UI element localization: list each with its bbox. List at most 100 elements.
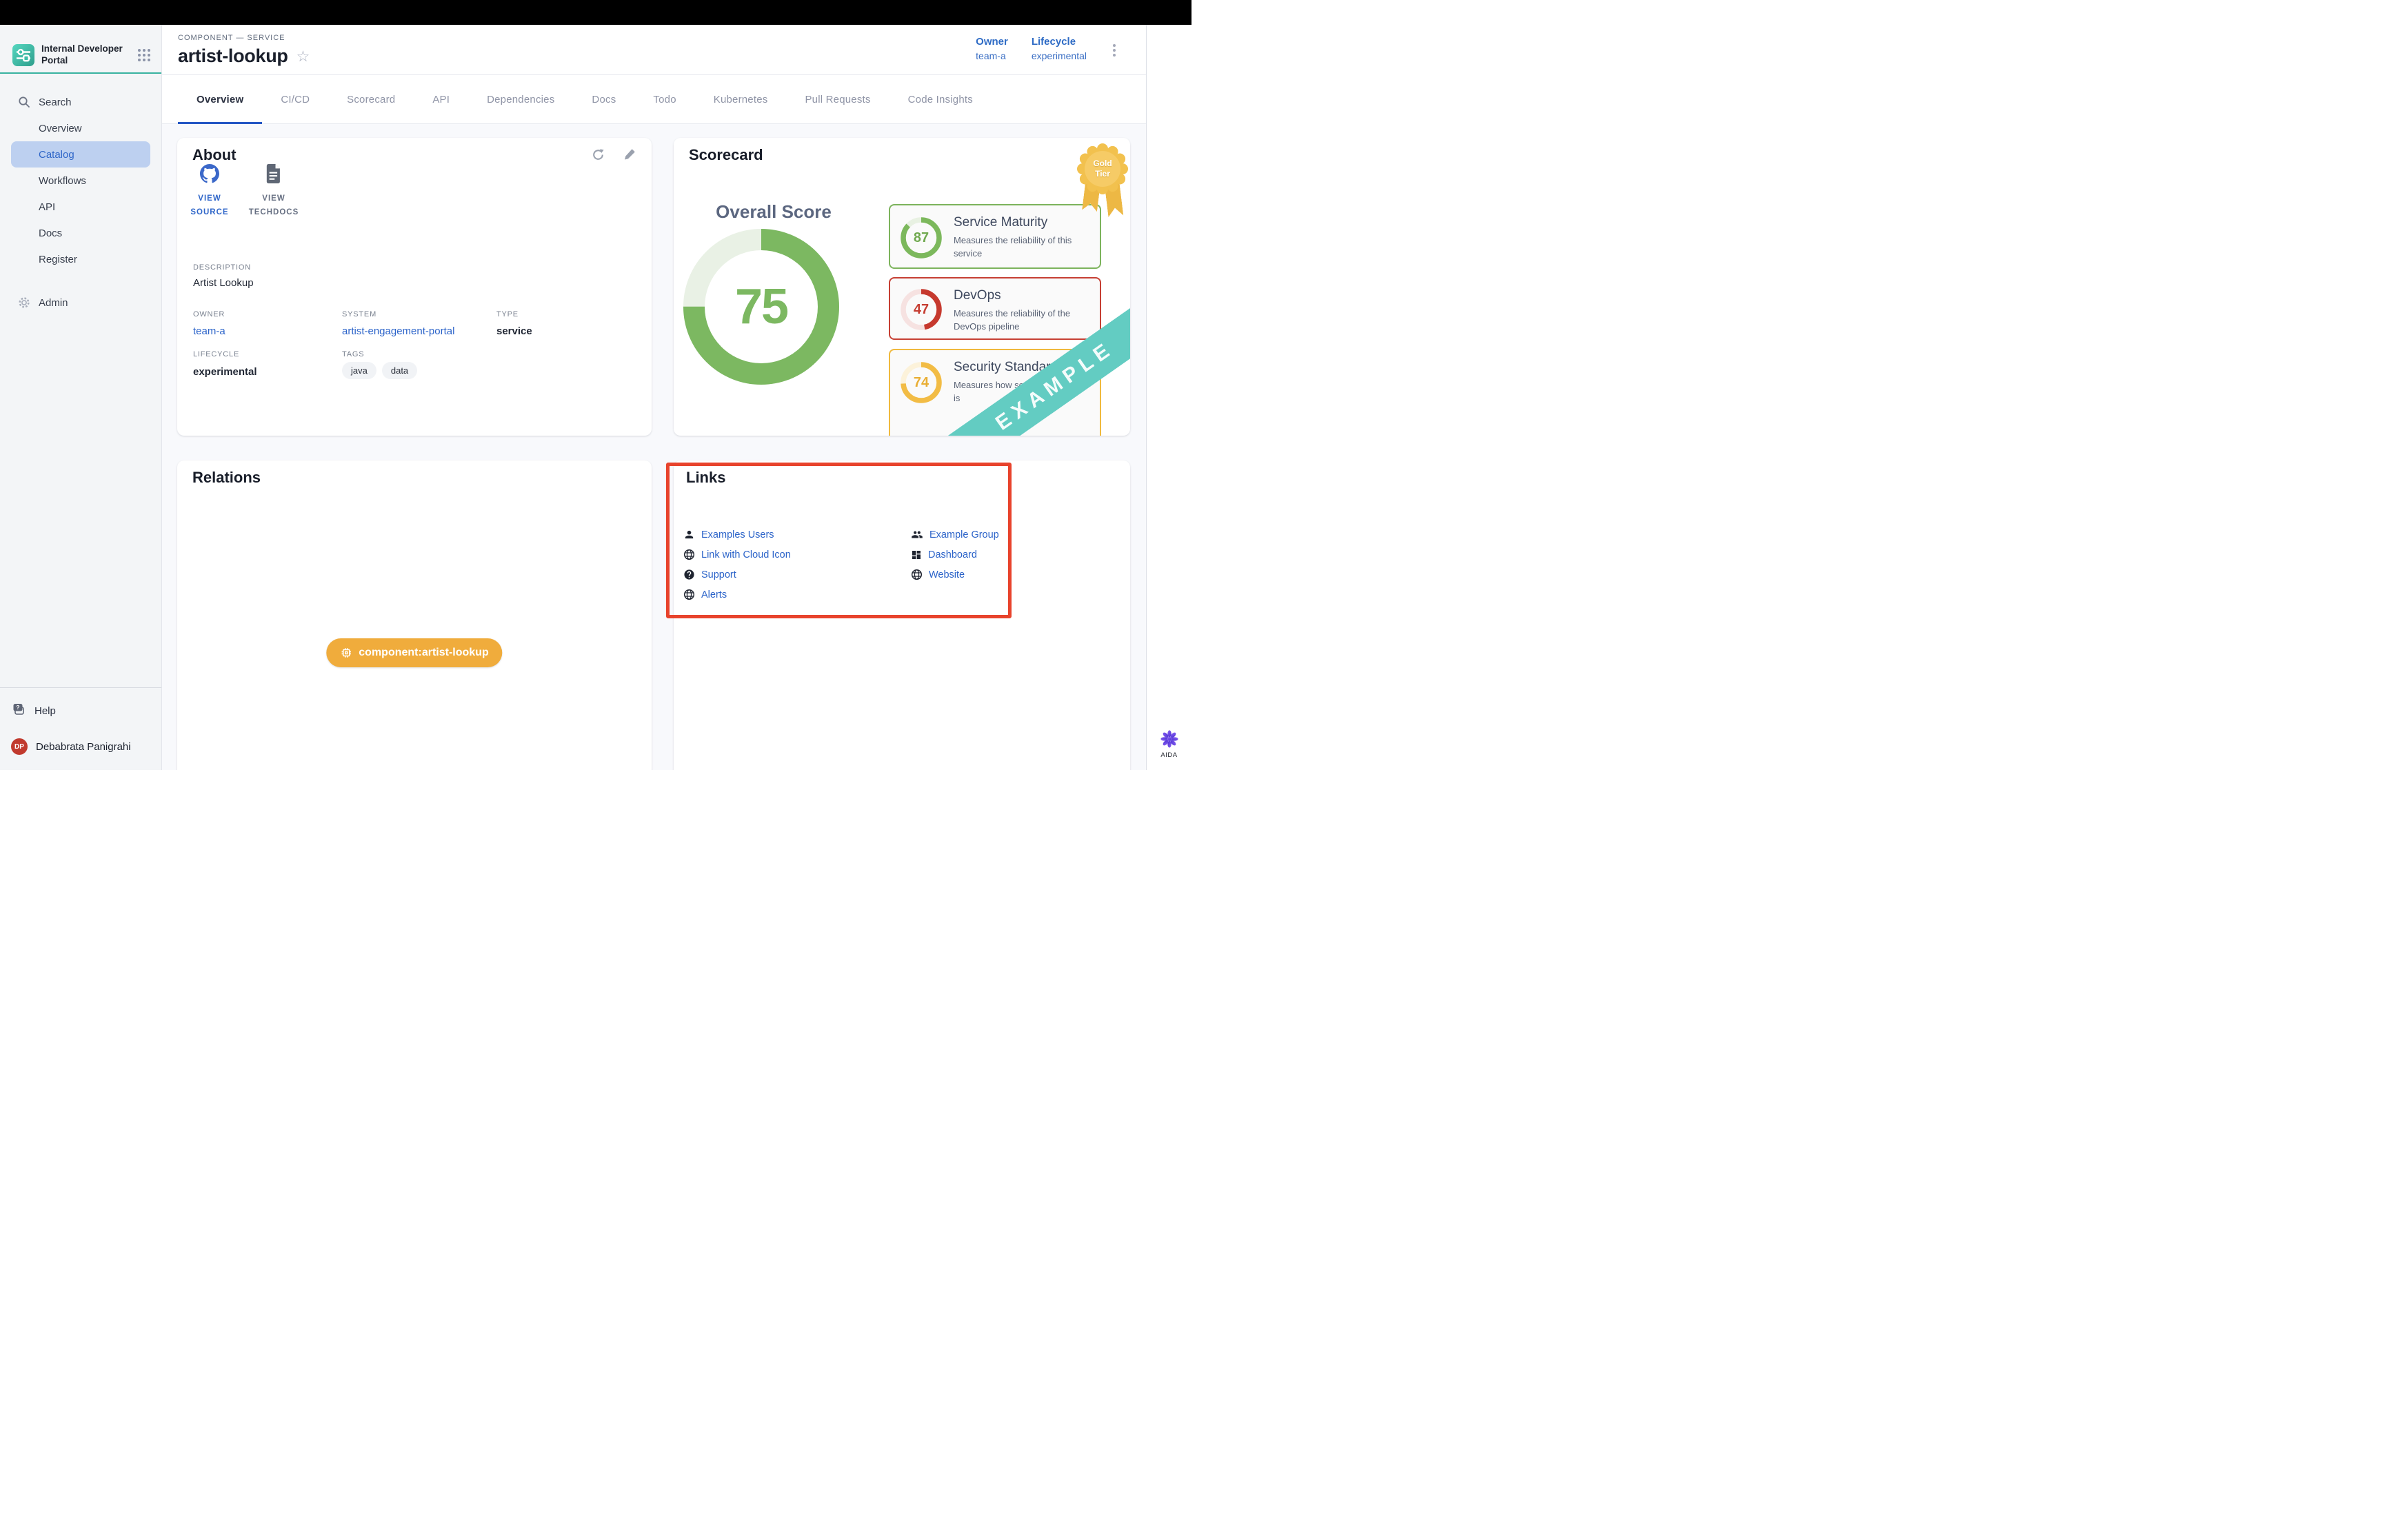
globe-icon (683, 549, 695, 560)
screen: Internal Developer Portal Search (0, 0, 1192, 770)
owner-value: team-a (976, 50, 1008, 61)
main-area: COMPONENT — SERVICE artist-lookup ☆ Owne… (162, 25, 1146, 770)
about-title: About (192, 146, 237, 164)
relations-title: Relations (192, 469, 261, 487)
kebab-menu-icon[interactable] (1110, 40, 1118, 61)
techdocs-icon (265, 164, 282, 183)
person-icon (683, 529, 695, 540)
link-label: Examples Users (701, 529, 774, 540)
aida-assistant-button[interactable]: AIDA (1147, 729, 1192, 759)
sidebar-item-catalog[interactable]: Catalog (0, 141, 161, 168)
link-label: Link with Cloud Icon (701, 549, 791, 560)
tag-chip[interactable]: java (342, 362, 376, 379)
description-label: DESCRIPTION (193, 263, 251, 272)
link-cloud[interactable]: Link with Cloud Icon (683, 545, 791, 565)
user-menu[interactable]: DP Debabrata Panigrahi (11, 738, 150, 755)
link-support[interactable]: Support (683, 565, 791, 585)
link-label: Website (929, 569, 965, 580)
link-alerts[interactable]: Alerts (683, 585, 791, 605)
scorecard-title: Scorecard (689, 146, 763, 164)
score-value: 74 (900, 361, 943, 404)
link-dashboard[interactable]: Dashboard (911, 545, 999, 565)
sidebar-item-api[interactable]: API (0, 194, 161, 220)
search-icon (18, 96, 30, 108)
globe-icon (911, 569, 923, 580)
sidebar-item-docs[interactable]: Docs (0, 220, 161, 246)
link-website[interactable]: Website (911, 565, 999, 585)
tab-api[interactable]: API (414, 75, 468, 123)
sidebar-item-admin[interactable]: Admin (0, 290, 161, 316)
badge-line2: Tier (1095, 169, 1110, 179)
page-header: COMPONENT — SERVICE artist-lookup ☆ Owne… (162, 25, 1146, 75)
sidebar-item-label: Overview (39, 123, 82, 134)
help-button[interactable]: ? Help (11, 702, 150, 720)
sidebar-item-search[interactable]: Search (0, 89, 161, 115)
help-icon (683, 569, 695, 580)
star-icon[interactable]: ☆ (296, 49, 310, 64)
score-value: 47 (900, 288, 943, 331)
tab-kubernetes[interactable]: Kubernetes (695, 75, 787, 123)
system-field-value[interactable]: artist-engagement-portal (342, 325, 454, 337)
link-examples-users[interactable]: Examples Users (683, 525, 791, 545)
edit-pencil-icon[interactable] (623, 148, 636, 162)
links-card: Links Examples Users (674, 460, 1130, 770)
score-item-service-maturity[interactable]: 87 Service Maturity Measures the reliabi… (889, 204, 1101, 269)
lifecycle-field-value: experimental (193, 366, 257, 378)
type-field-value: service (496, 325, 532, 337)
relation-node-chip[interactable]: component:artist-lookup (326, 638, 502, 667)
globe-icon (683, 589, 695, 600)
sidebar-item-register[interactable]: Register (0, 246, 161, 272)
sidebar-item-label: Catalog (39, 149, 74, 161)
tab-docs[interactable]: Docs (573, 75, 634, 123)
sidebar-item-workflows[interactable]: Workflows (0, 168, 161, 194)
tab-pull-requests[interactable]: Pull Requests (786, 75, 889, 123)
score-desc: Measures the reliability of the DevOps p… (954, 307, 1090, 334)
score-donut: 47 (900, 288, 943, 331)
chip-icon (340, 647, 352, 659)
link-example-group[interactable]: Example Group (911, 525, 999, 545)
view-techdocs-label: VIEW TECHDOCS (243, 192, 304, 219)
link-label: Support (701, 569, 736, 580)
tag-chip[interactable]: data (382, 362, 417, 379)
tab-todo[interactable]: Todo (634, 75, 694, 123)
view-techdocs-button[interactable]: VIEW TECHDOCS (243, 164, 304, 219)
relation-node-label: component:artist-lookup (359, 647, 488, 659)
brand-name: Internal Developer Portal (41, 43, 131, 67)
owner-label: Owner (976, 36, 1008, 48)
owner-meta[interactable]: Owner team-a (976, 36, 1008, 61)
score-donut: 74 (900, 361, 943, 404)
owner-field-value[interactable]: team-a (193, 325, 225, 337)
tab-overview[interactable]: Overview (178, 75, 262, 123)
aida-flower-icon (1160, 729, 1179, 749)
sidebar-item-overview[interactable]: Overview (0, 115, 161, 141)
apps-grid-icon[interactable] (138, 49, 150, 61)
sidebar-item-label: Admin (39, 297, 68, 309)
tab-cicd[interactable]: CI/CD (262, 75, 328, 123)
aida-label: AIDA (1160, 751, 1177, 759)
portal-logo-icon (12, 44, 34, 66)
user-name: Debabrata Panigrahi (36, 741, 131, 753)
sidebar-item-label: Search (39, 97, 72, 108)
lifecycle-label: Lifecycle (1032, 36, 1087, 48)
view-source-button[interactable]: VIEW SOURCE (183, 164, 237, 219)
help-chat-icon: ? (11, 702, 26, 720)
tab-code-insights[interactable]: Code Insights (889, 75, 992, 123)
sidebar-item-label: Workflows (39, 175, 86, 187)
owner-field-label: OWNER (193, 310, 225, 318)
score-item-devops[interactable]: 47 DevOps Measures the reliability of th… (889, 277, 1101, 340)
tab-scorecard[interactable]: Scorecard (328, 75, 414, 123)
sidebar-nav: Search Overview Catalog Workflows API (0, 74, 161, 316)
tab-dependencies[interactable]: Dependencies (468, 75, 573, 123)
window-top-bar (0, 0, 1192, 25)
link-label: Alerts (701, 589, 727, 600)
overall-score-donut: 75 (683, 229, 839, 385)
score-name: Service Maturity (954, 215, 1047, 230)
lifecycle-meta: Lifecycle experimental (1032, 36, 1087, 61)
content: About (162, 124, 1146, 770)
score-name: DevOps (954, 288, 1001, 303)
score-desc: Measures the reliability of this service (954, 234, 1090, 261)
lifecycle-value: experimental (1032, 50, 1087, 61)
badge-line1: Gold (1093, 159, 1112, 169)
sidebar-footer: ? Help DP Debabrata Panigrahi (0, 687, 161, 770)
refresh-icon[interactable] (591, 148, 605, 162)
